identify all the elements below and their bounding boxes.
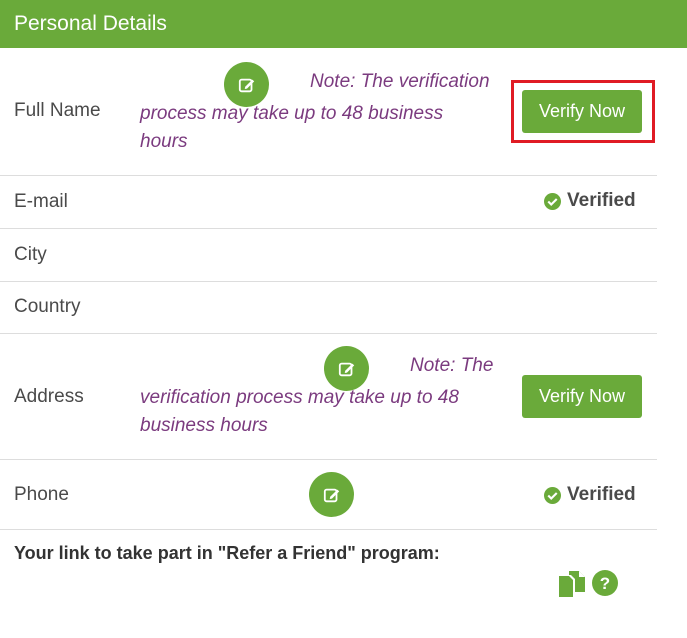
note-line: verification process may take up to 48 [140,387,459,408]
address-label: Address [14,386,84,407]
full-name-verification-note: Note: The verification process may take … [140,68,500,156]
full-name-verify-now-button[interactable]: Verify Now [522,90,642,133]
section-title: Personal Details [14,12,167,35]
country-row: Country [0,282,657,334]
note-line: business hours [140,415,268,436]
check-circle-icon [544,486,561,504]
address-row: Address Note: The verification process m… [0,334,657,460]
note-line: process may take up to 48 business [140,103,444,124]
svg-text:?: ? [600,574,610,593]
copy-link-button[interactable] [558,570,586,598]
phone-edit-button[interactable] [309,472,354,517]
address-verify-now-button[interactable]: Verify Now [522,375,642,418]
section-header: Personal Details [0,0,687,48]
email-row: E-mail Verified [0,176,657,229]
email-label: E-mail [14,191,68,212]
phone-verified-badge: Verified [544,484,636,506]
check-circle-icon [544,192,561,210]
help-button[interactable]: ? [592,570,618,596]
note-line: Note: The verification [310,71,490,92]
country-label: Country [14,296,81,317]
city-row: City [0,229,657,282]
note-line: Note: The [410,355,494,376]
phone-verified-text: Verified [567,484,636,505]
refer-a-friend-heading: Your link to take part in "Refer a Frien… [14,543,440,563]
email-verified-badge: Verified [544,190,636,212]
phone-row: Phone Verified [0,460,657,530]
note-line: hours [140,131,188,152]
city-label: City [14,244,47,265]
address-verification-note: Note: The verification process may take … [140,352,500,440]
full-name-label: Full Name [14,100,101,121]
email-verified-text: Verified [567,190,636,211]
full-name-row: Full Name Note: The verification process… [0,48,657,176]
edit-icon [323,488,339,502]
phone-label: Phone [14,484,69,505]
help-icon: ? [592,570,618,596]
copy-icon [559,571,585,597]
